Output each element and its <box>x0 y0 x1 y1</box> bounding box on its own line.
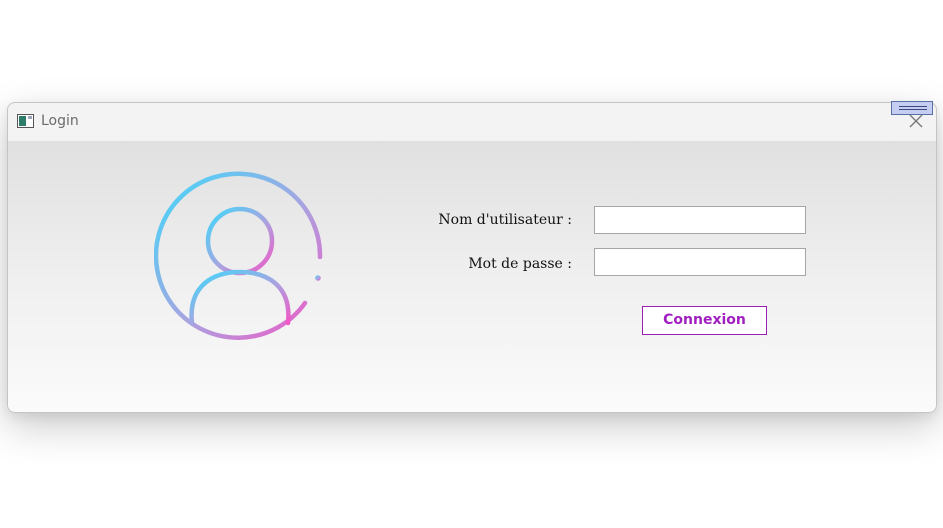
title-bar: Login <box>8 103 936 141</box>
user-avatar-icon <box>154 171 323 340</box>
connexion-button[interactable]: Connexion <box>642 306 767 335</box>
username-input[interactable] <box>594 206 806 234</box>
menu-line <box>899 109 927 110</box>
username-label: Nom d'utilisateur : <box>438 212 572 228</box>
window-app-icon <box>17 114 34 128</box>
window-title: Login <box>41 113 79 129</box>
login-window: Login Nom d'utilisateur : Mot de passe :… <box>7 102 937 413</box>
menu-line <box>899 106 927 107</box>
password-input[interactable] <box>594 248 806 276</box>
hamburger-menu-icon[interactable] <box>891 101 933 115</box>
password-label: Mot de passe : <box>468 256 572 272</box>
